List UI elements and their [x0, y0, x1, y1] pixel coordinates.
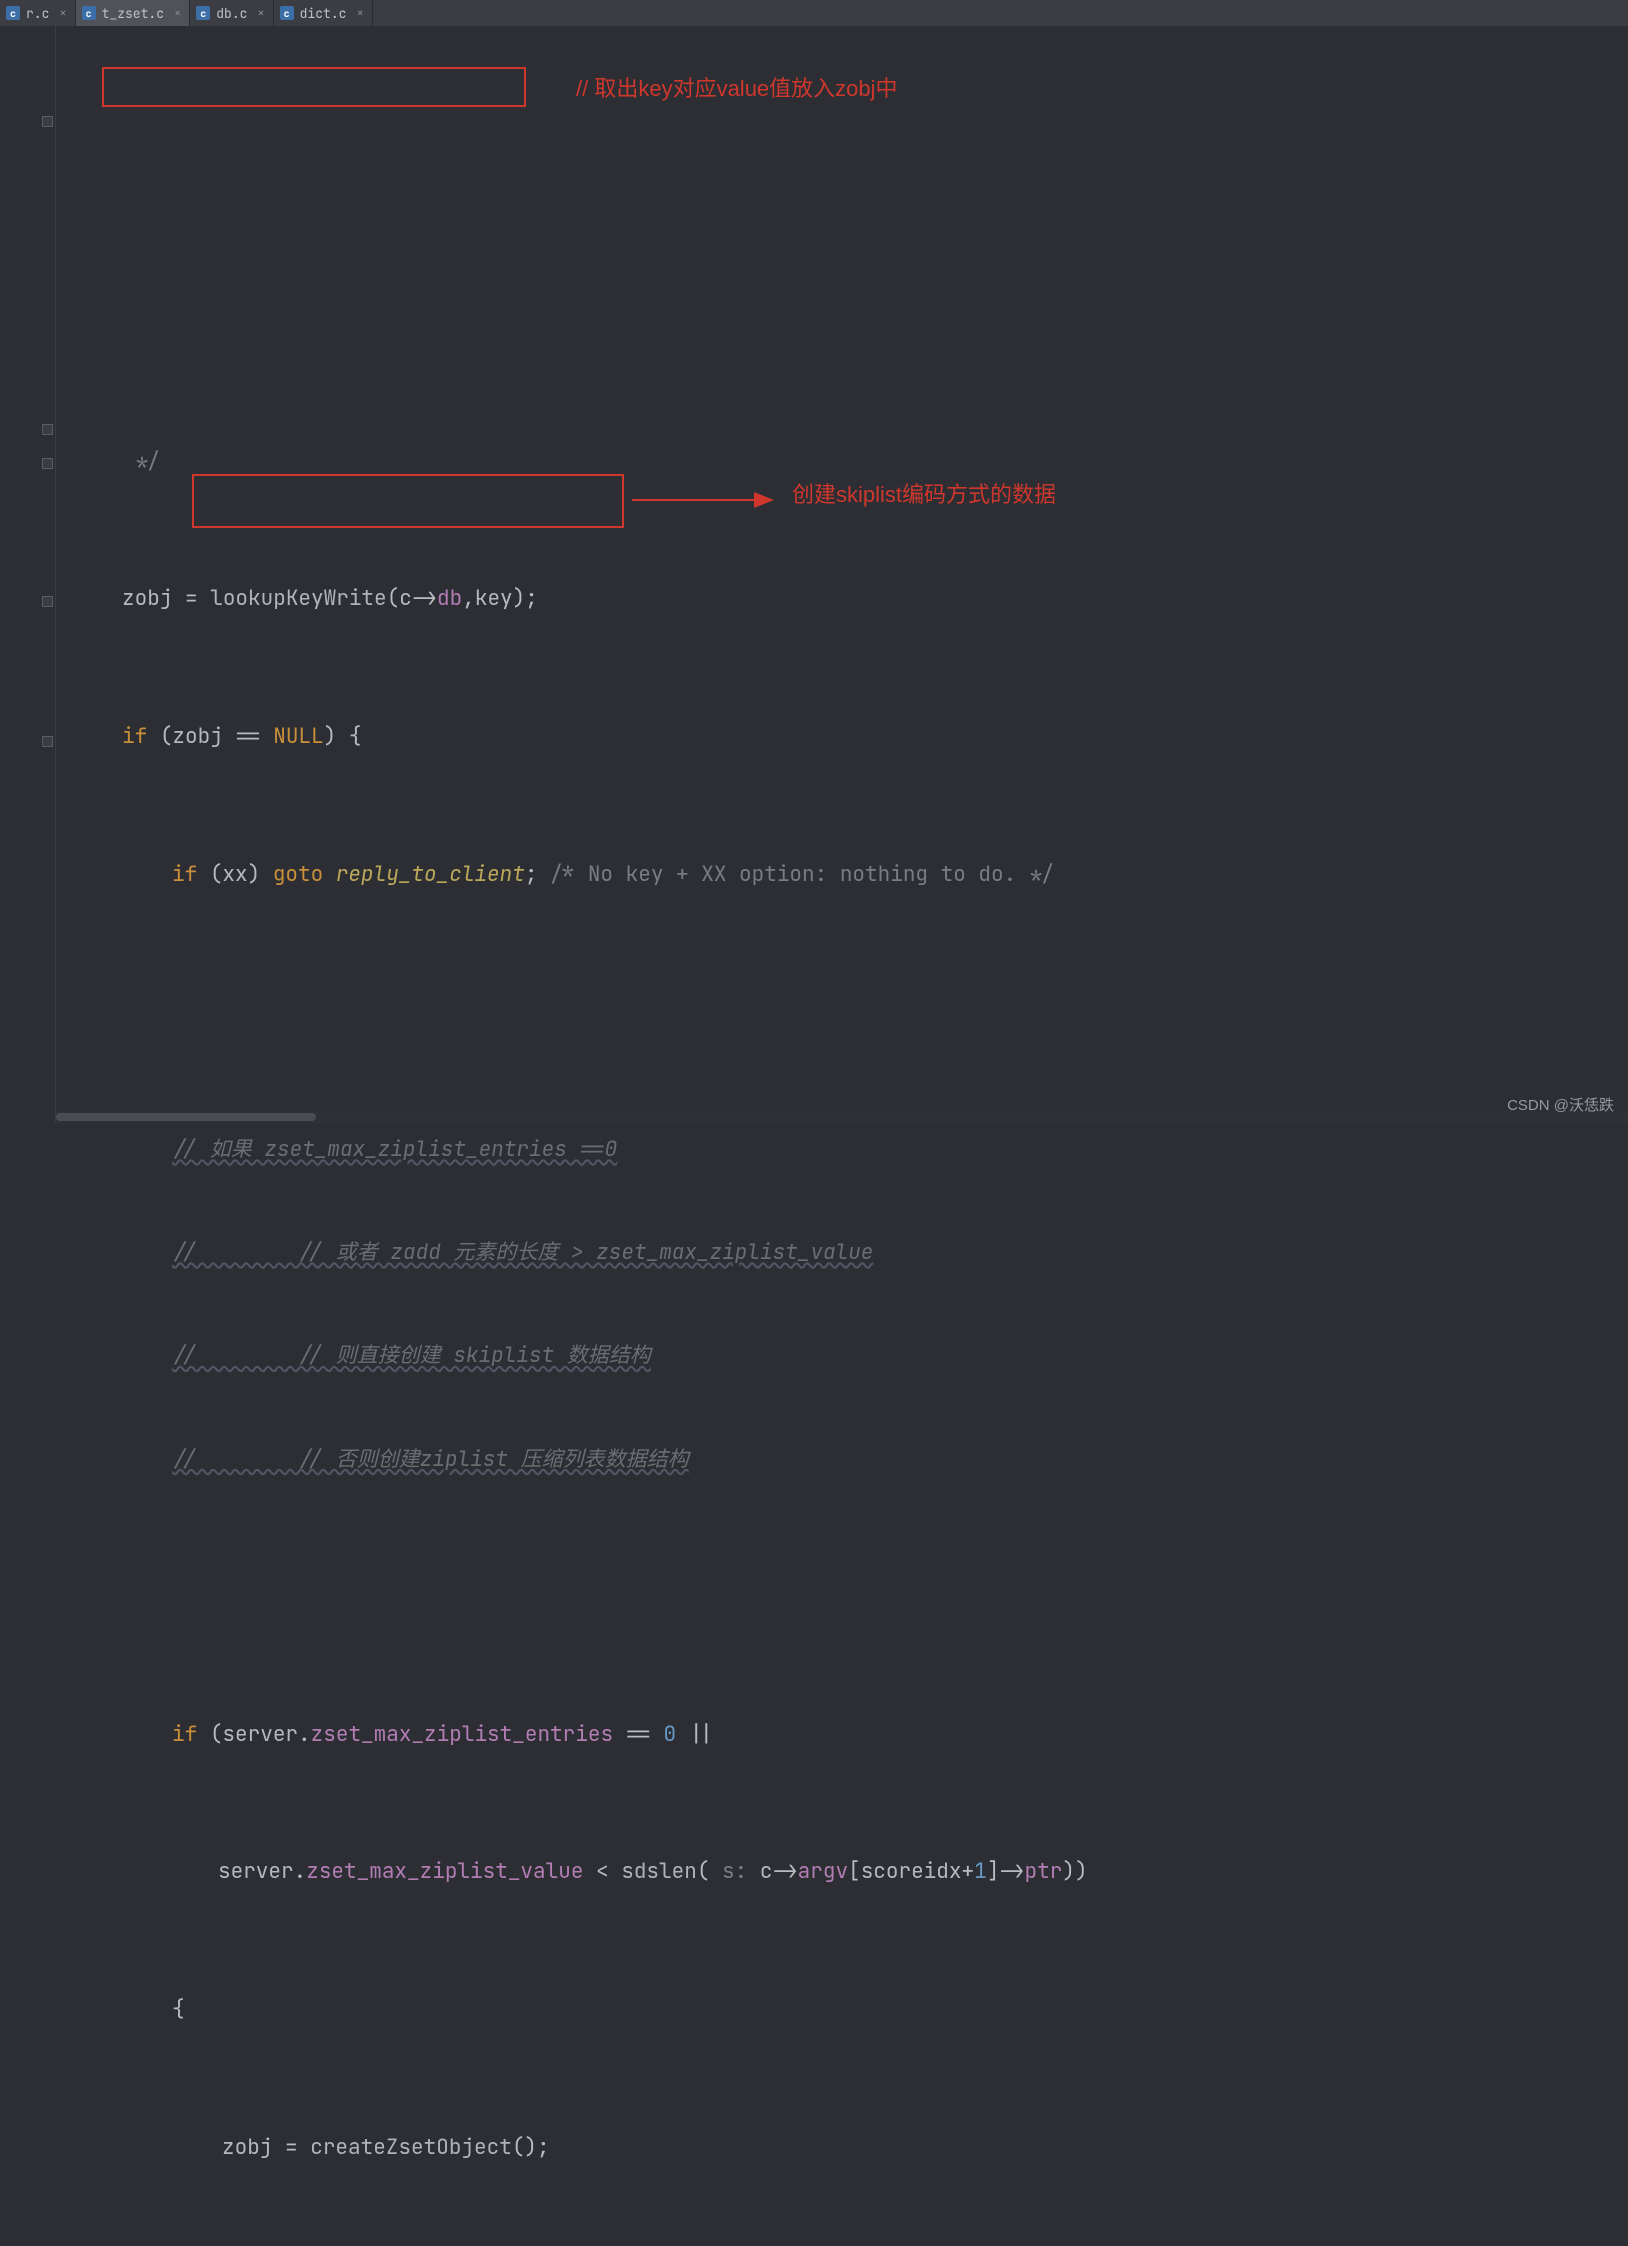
tab-db-c[interactable]: c db.c ×: [190, 0, 273, 26]
tab-label: r.c: [26, 5, 49, 22]
close-icon[interactable]: ×: [356, 5, 363, 21]
gutter: [0, 26, 56, 1123]
annotation-text: // 取出key对应value值放入zobj中: [576, 72, 898, 106]
code-line: // // 或者 zadd 元素的长度 > zset_max_ziplist_v…: [56, 1236, 1628, 1270]
annotation-box: [102, 67, 526, 107]
editor[interactable]: // 取出key对应value值放入zobj中 创建skiplist编码方式的数…: [0, 26, 1628, 1123]
code-area[interactable]: // 取出key对应value值放入zobj中 创建skiplist编码方式的数…: [56, 26, 1628, 1123]
arrow-icon: [632, 488, 782, 512]
code-line: zobj = lookupKeyWrite(c->db,key);: [56, 582, 1628, 616]
scrollbar-thumb[interactable]: [56, 1113, 316, 1121]
tab-r-c[interactable]: c r.c ×: [0, 0, 76, 26]
fold-marker-icon[interactable]: [42, 458, 53, 469]
annotation-text: 创建skiplist编码方式的数据: [792, 478, 1056, 512]
fold-marker-icon[interactable]: [42, 596, 53, 607]
code-line: {: [56, 1993, 1628, 2027]
fold-marker-icon[interactable]: [42, 116, 53, 127]
c-file-icon: c: [280, 6, 294, 20]
tab-label: db.c: [216, 5, 247, 22]
tab-bar: c r.c × c t_zset.c × c db.c × c dict.c ×: [0, 0, 1628, 26]
code-line: [56, 995, 1628, 1029]
close-icon[interactable]: ×: [257, 5, 264, 21]
code-line: server.zset_max_ziplist_value < sdslen( …: [56, 1855, 1628, 1889]
code-line: if (zobj == NULL) {: [56, 720, 1628, 754]
close-icon[interactable]: ×: [59, 5, 66, 21]
code-line: */: [56, 445, 1628, 479]
tab-label: t_zset.c: [102, 5, 164, 22]
c-file-icon: c: [196, 6, 210, 20]
tab-dict-c[interactable]: c dict.c ×: [274, 0, 373, 26]
code-line: if (server.zset_max_ziplist_entries == 0…: [56, 1718, 1628, 1752]
code-line: [56, 1580, 1628, 1614]
tab-t-zset-c[interactable]: c t_zset.c ×: [76, 0, 191, 26]
code-line: zobj = createZsetObject();: [56, 2131, 1628, 2165]
watermark: CSDN @沃恁跌: [1507, 1094, 1614, 1115]
annotation-box: [192, 474, 624, 528]
close-icon[interactable]: ×: [174, 5, 181, 21]
c-file-icon: c: [82, 6, 96, 20]
fold-marker-icon[interactable]: [42, 424, 53, 435]
fold-marker-icon[interactable]: [42, 736, 53, 747]
horizontal-scrollbar[interactable]: [56, 1111, 1628, 1123]
c-file-icon: c: [6, 6, 20, 20]
code-line: if (xx) goto reply_to_client; /* No key …: [56, 858, 1628, 892]
code-line: // 如果 zset_max_ziplist_entries ==0: [56, 1133, 1628, 1167]
code-line: // // 否则创建ziplist 压缩列表数据结构: [56, 1443, 1628, 1477]
tab-label: dict.c: [300, 5, 347, 22]
code-line: // // 则直接创建 skiplist 数据结构: [56, 1339, 1628, 1373]
